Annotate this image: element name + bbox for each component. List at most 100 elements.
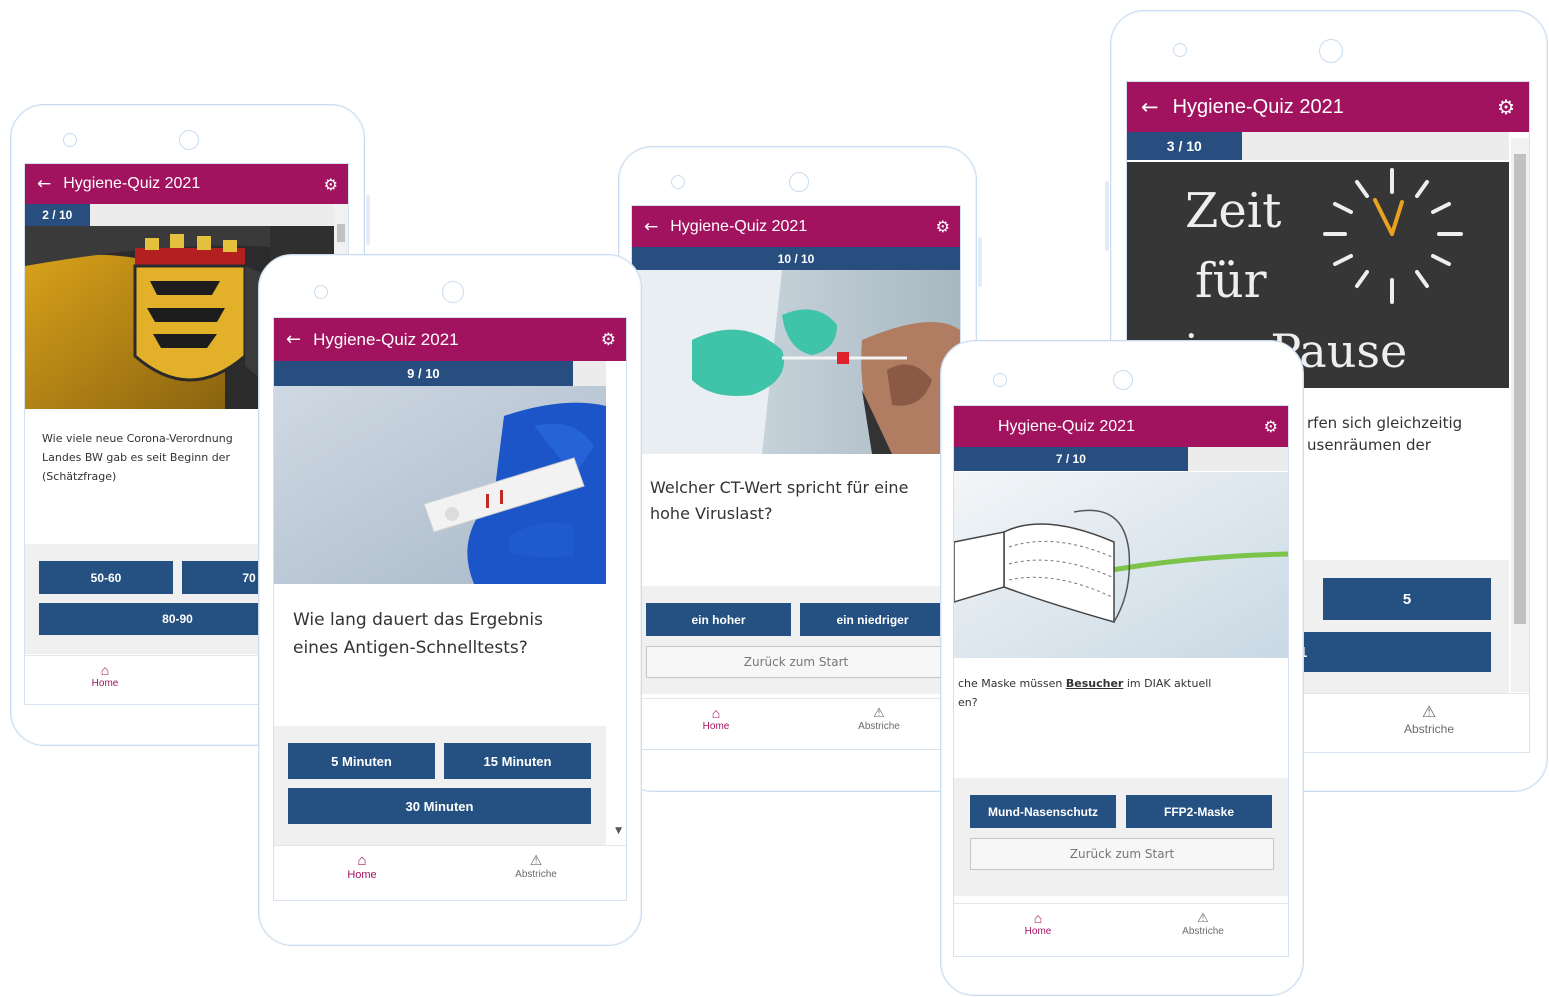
phone-speaker <box>1173 43 1187 57</box>
scrollbar[interactable] <box>1511 138 1529 692</box>
phone-camera <box>179 130 199 150</box>
arrow-left-icon[interactable]: ← <box>37 174 51 194</box>
progress-fill: 9 / 10 <box>274 361 573 386</box>
gear-icon[interactable]: ⚙ <box>1497 95 1515 119</box>
answer-area: Mund-Nasenschutz FFP2-Maske Zurück zum S… <box>954 778 1288 896</box>
answer-button-1[interactable]: Mund-Nasenschutz <box>970 795 1116 828</box>
nav-abstriche[interactable]: ⚠ Abstriche <box>852 705 906 732</box>
nav-abstriche[interactable]: ⚠ Abstriche <box>1397 702 1461 736</box>
nav-home[interactable]: ⌂ Home <box>1018 910 1058 937</box>
app-title: Hygiene-Quiz 2021 <box>63 175 201 192</box>
nav-abstriche-label: Abstriche <box>1182 926 1224 937</box>
progress-label: 9 / 10 <box>407 366 440 381</box>
arrow-left-icon[interactable]: ← <box>644 217 658 237</box>
phone-frame-4: Hygiene-Quiz 2021 ⚙ 7 / 10 che Maske müs… <box>940 340 1304 996</box>
phone-side-button <box>978 237 982 287</box>
answer-button-1[interactable]: 5 Minuten <box>288 743 435 779</box>
phone-camera <box>1113 370 1133 390</box>
arrow-left-icon[interactable]: ← <box>1141 95 1159 119</box>
question-line-1: che Maske müssen Besucher im DIAK aktuel… <box>958 674 1278 693</box>
warning-triangle-icon: ⚠ <box>1197 910 1209 925</box>
progress-bar: 10 / 10 <box>632 247 960 270</box>
progress-bar: 7 / 10 <box>954 447 1288 471</box>
question-part-1: che Maske müssen <box>958 677 1066 690</box>
screen-quiz-10: ← Hygiene-Quiz 2021 ⚙ 10 / 10 Welcher CT… <box>631 205 961 750</box>
question-text: che Maske müssen Besucher im DIAK aktuel… <box>958 674 1278 712</box>
home-icon: ⌂ <box>1033 910 1043 926</box>
answer-button-2[interactable]: 15 Minuten <box>444 743 591 779</box>
nav-abstriche[interactable]: ⚠ Abstriche <box>1176 910 1230 937</box>
progress-bar: 9 / 10 <box>274 361 606 386</box>
app-title: Hygiene-Quiz 2021 <box>670 217 808 235</box>
answer-button-2[interactable]: ein niedriger <box>800 603 945 636</box>
swab-test-photo <box>632 270 960 454</box>
progress-fill: 3 / 10 <box>1127 132 1242 160</box>
answer-button-2[interactable]: FFP2-Maske <box>1126 795 1272 828</box>
nav-home-label: Home <box>347 869 377 881</box>
progress-label: 7 / 10 <box>1055 452 1086 466</box>
gear-icon[interactable]: ⚙ <box>936 217 950 236</box>
scrollbar-thumb[interactable] <box>337 224 345 242</box>
arrow-left-icon[interactable]: ← <box>286 329 301 350</box>
nav-home-label: Home <box>91 678 119 689</box>
screen-quiz-7: Hygiene-Quiz 2021 ⚙ 7 / 10 che Maske müs… <box>953 405 1289 957</box>
question-line-2: usenräumen der <box>1307 436 1431 454</box>
scroll-down-arrow-icon[interactable]: ▼ <box>615 826 622 836</box>
answer-button-1[interactable]: 5 <box>1323 578 1491 620</box>
nav-home[interactable]: ⌂ Home <box>696 705 736 732</box>
answer-button-2[interactable]: 1 <box>1287 632 1491 672</box>
scrollbar-thumb[interactable] <box>1514 154 1526 624</box>
bottom-navigation: ⌂ Home ⚠ Abstriche <box>632 698 960 749</box>
antigen-test-photo <box>274 386 606 584</box>
progress-fill: 7 / 10 <box>954 447 1188 471</box>
nav-abstriche[interactable]: ⚠ Abstriche <box>506 852 566 880</box>
question-text: rfen sich gleichzeitig usenräumen der <box>1307 412 1507 456</box>
app-header: Hygiene-Quiz 2021 ⚙ <box>954 406 1288 447</box>
app-header: ← Hygiene-Quiz 2021 ⚙ <box>25 164 348 204</box>
warning-triangle-icon: ⚠ <box>873 705 885 720</box>
phone-side-button <box>1105 181 1109 251</box>
nasal-swab-image <box>632 270 960 454</box>
back-to-start-button[interactable]: Zurück zum Start <box>970 838 1274 870</box>
progress-bar: 3 / 10 <box>1127 132 1509 160</box>
home-icon: ⌂ <box>357 852 367 869</box>
app-header: ← Hygiene-Quiz 2021 ⚙ <box>1127 82 1529 132</box>
question-text: Wie viele neue Corona-Verordnung Landes … <box>42 432 233 483</box>
bottom-navigation: ⌂ Home ⚠ Abstriche <box>954 903 1288 956</box>
home-icon: ⌂ <box>711 705 721 721</box>
answer-button-1[interactable]: ein hoher <box>646 603 791 636</box>
bottom-navigation: ⌂ Home ⚠ Abstriche <box>274 845 626 900</box>
app-title: Hygiene-Quiz 2021 <box>313 329 459 349</box>
warning-triangle-icon: ⚠ <box>529 852 543 868</box>
progress-label: 2 / 10 <box>42 208 73 222</box>
nav-abstriche-label: Abstriche <box>515 869 557 880</box>
answer-area: 5 Minuten 15 Minuten 30 Minuten <box>274 726 606 851</box>
nav-home[interactable]: ⌂ Home <box>85 662 125 689</box>
question-emphasis: Besucher <box>1065 677 1124 690</box>
phone-camera <box>442 281 464 303</box>
gear-icon[interactable]: ⚙ <box>601 330 616 350</box>
image-text-fuer: für <box>1195 253 1267 309</box>
gear-icon[interactable]: ⚙ <box>1264 417 1278 436</box>
phone-frame-2: ← Hygiene-Quiz 2021 ⚙ 9 / 10 Wie lang da… <box>258 254 642 946</box>
question-text: Welcher CT-Wert spricht für eine hohe Vi… <box>650 478 909 523</box>
progress-bar: 2 / 10 <box>25 204 348 226</box>
phone-frame-3: ← Hygiene-Quiz 2021 ⚙ 10 / 10 Welcher CT… <box>618 146 982 792</box>
phone-camera <box>1319 39 1343 63</box>
nav-home-label: Home <box>1024 926 1052 937</box>
app-title: Hygiene-Quiz 2021 <box>998 417 1135 435</box>
phone-speaker <box>993 373 1007 387</box>
gear-icon[interactable]: ⚙ <box>324 175 338 194</box>
back-to-start-button[interactable]: Zurück zum Start <box>646 646 946 678</box>
nav-home[interactable]: ⌂ Home <box>340 852 384 881</box>
phone-speaker <box>314 285 328 299</box>
nav-home-label: Home <box>702 721 730 732</box>
phone-side-button <box>366 195 370 245</box>
phone-speaker <box>671 175 685 189</box>
nav-abstriche-label: Abstriche <box>1403 722 1455 736</box>
question-line-2: en? <box>958 696 978 709</box>
question-part-2: im DIAK aktuell <box>1123 677 1212 690</box>
answer-button-3[interactable]: 30 Minuten <box>288 788 591 824</box>
answer-button-1[interactable]: 50-60 <box>39 561 173 594</box>
screen-quiz-9: ← Hygiene-Quiz 2021 ⚙ 9 / 10 Wie lang da… <box>273 317 627 901</box>
